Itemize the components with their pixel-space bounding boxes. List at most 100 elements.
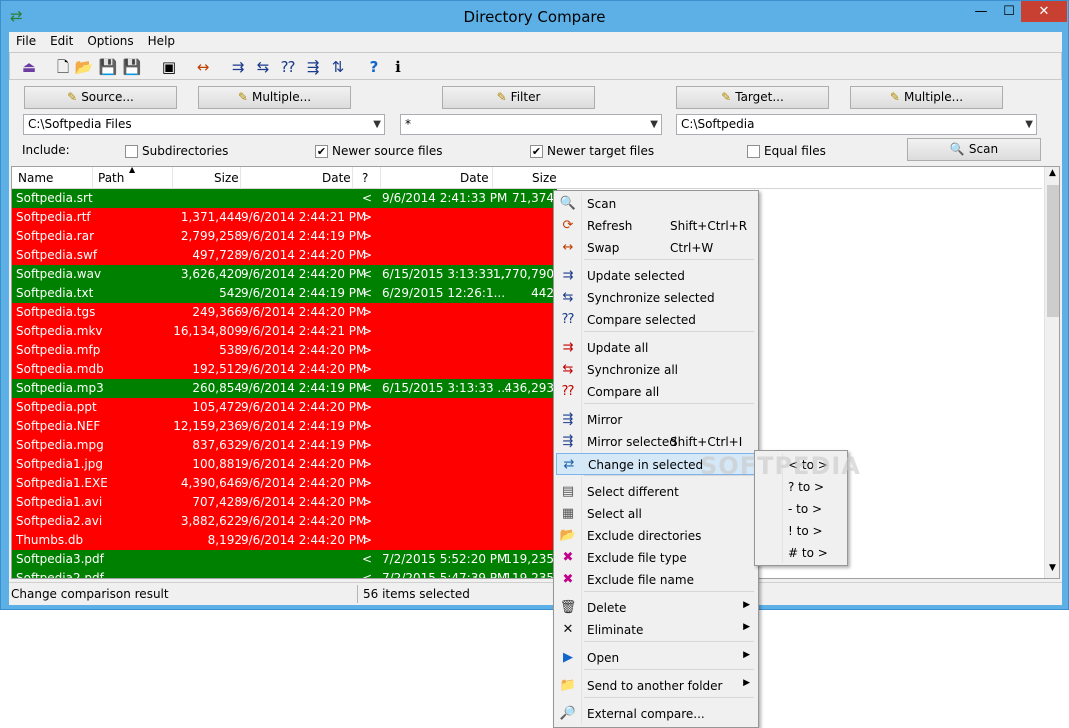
sync-icon[interactable]: ⇆ xyxy=(253,57,273,77)
help-icon[interactable]: ? xyxy=(364,57,384,77)
menu-item-mirror[interactable]: ⇶ Mirror xyxy=(556,409,756,431)
menu-item-synchronize-all[interactable]: ⇆ Synchronize all xyxy=(556,359,756,381)
table-row[interactable]: Softpedia.ppt 105,472 9/6/2014 2:44:20 PM > xyxy=(12,398,557,417)
equal-files-checkbox[interactable]: Equal files xyxy=(747,144,826,158)
table-row[interactable]: Softpedia.NEF 12,159,236 9/6/2014 2:44:19 … xyxy=(12,417,557,436)
source-button[interactable]: ✎ Source... xyxy=(24,86,177,109)
table-row[interactable]: Softpedia.wav 3,626,420 9/6/2014 2:44:20 P… xyxy=(12,265,557,284)
menu-item-send-to-another-folder[interactable]: 📁 Send to another folder ▶ xyxy=(556,675,756,697)
menu-item-update-all[interactable]: ⇉ Update all xyxy=(556,337,756,359)
menu-edit[interactable]: Edit xyxy=(43,32,80,52)
checkbox-box[interactable]: ✔ xyxy=(530,144,543,158)
menu-options[interactable]: Options xyxy=(80,32,140,52)
menu-file[interactable]: File xyxy=(9,32,43,52)
table-row[interactable]: Softpedia.mfp 538 9/6/2014 2:44:20 PM > xyxy=(12,341,557,360)
chevron-down-icon[interactable]: ▼ xyxy=(373,115,381,134)
scroll-down-icon[interactable]: ▼ xyxy=(1049,563,1056,573)
checkbox-box[interactable]: ✔ xyxy=(315,144,328,158)
menu-item-eliminate[interactable]: ✕ Eliminate ▶ xyxy=(556,619,756,641)
compare-icon[interactable]: ⁇ xyxy=(278,57,298,77)
menu-item-refresh[interactable]: ⟳ Refresh Shift+Ctrl+R xyxy=(556,215,756,237)
scroll-thumb[interactable] xyxy=(1047,185,1059,317)
new-icon[interactable]: 🗋 xyxy=(53,57,73,77)
newer-target-checkbox[interactable]: ✔ Newer target files xyxy=(530,144,654,158)
submenu-item[interactable]: ? to > xyxy=(788,480,824,494)
multiple-right-button[interactable]: ✎ Multiple... xyxy=(850,86,1003,109)
table-row[interactable]: Thumbs.db 8,192 9/6/2014 2:44:20 PM > xyxy=(12,531,557,550)
table-row[interactable]: Softpedia1.EXE 4,390,646 9/6/2014 2:44:20 … xyxy=(12,474,557,493)
menu-item-compare-selected[interactable]: ⁇ Compare selected xyxy=(556,309,756,331)
submenu-item[interactable]: # to > xyxy=(788,546,828,560)
menu-item-external-compare[interactable]: 🔎 External compare... xyxy=(556,703,756,725)
properties-icon[interactable]: ▣ xyxy=(159,57,179,77)
table-row[interactable]: Softpedia2.avi 3,882,622 9/6/2014 2:44:20 … xyxy=(12,512,557,531)
menu-item-exclude-directories[interactable]: 📂 Exclude directories xyxy=(556,525,756,547)
table-row[interactable]: Softpedia.tgs 249,366 9/6/2014 2:44:20 PM > xyxy=(12,303,557,322)
menu-item-scan[interactable]: 🔍 Scan xyxy=(556,193,756,215)
menu-item-open[interactable]: ▶ Open ▶ xyxy=(556,647,756,669)
col-target-size[interactable]: Size xyxy=(532,171,557,185)
table-row[interactable]: Softpedia1.avi 707,428 9/6/2014 2:44:20 PM… xyxy=(12,493,557,512)
menu-item-compare-all[interactable]: ⁇ Compare all xyxy=(556,381,756,403)
compare-tool-icon[interactable]: ⏏ xyxy=(19,57,39,77)
table-row[interactable]: Softpedia3.pdf <7/2/2015 5:52:20 PM 119,23… xyxy=(12,550,557,569)
col-op[interactable]: ? xyxy=(362,171,368,185)
target-button[interactable]: ✎ Target... xyxy=(676,86,829,109)
table-row[interactable]: Softpedia.mp3 260,854 9/6/2014 2:44:19 PM <… xyxy=(12,379,557,398)
update-icon[interactable]: ⇉ xyxy=(228,57,248,77)
menu-item-exclude-file-name[interactable]: ✖ Exclude file name xyxy=(556,569,756,591)
scan-button[interactable]: 🔍 Scan xyxy=(907,138,1041,161)
menu-item-select-different[interactable]: ▤ Select different xyxy=(556,481,756,503)
menu-item-synchronize-selected[interactable]: ⇆ Synchronize selected xyxy=(556,287,756,309)
menu-item-swap[interactable]: ↔ Swap Ctrl+W xyxy=(556,237,756,259)
checkbox-box[interactable] xyxy=(125,144,138,158)
mirror-icon[interactable]: ⇶ xyxy=(303,57,323,77)
table-row[interactable]: Softpedia2.pdf <7/2/2015 5:47:39 PM 119,23… xyxy=(12,569,557,578)
submenu-item[interactable]: - to > xyxy=(788,502,822,516)
menu-item-delete[interactable]: 🗑 Delete ▶ xyxy=(556,597,756,619)
select-icon[interactable]: ⇅ xyxy=(328,57,348,77)
menu-item-select-all[interactable]: ▦ Select all xyxy=(556,503,756,525)
vertical-scrollbar[interactable]: ▲ ▼ xyxy=(1044,167,1059,578)
chevron-down-icon[interactable]: ▼ xyxy=(1025,115,1033,134)
table-row[interactable]: Softpedia.mpg 837,632 9/6/2014 2:44:19 PM > xyxy=(12,436,557,455)
filter-button[interactable]: ✎ Filter xyxy=(442,86,595,109)
menu-item-exclude-file-type[interactable]: ✖ Exclude file type xyxy=(556,547,756,569)
table-row[interactable]: Softpedia.rar 2,799,258 9/6/2014 2:44:19 P… xyxy=(12,227,557,246)
col-name[interactable]: Name xyxy=(18,171,53,185)
open-folder-icon[interactable]: 📂 xyxy=(74,57,94,77)
save-all-icon[interactable]: 💾 xyxy=(122,57,142,77)
table-row[interactable]: Softpedia.srt <9/6/2014 2:41:33 PM 71,374 xyxy=(12,189,557,208)
scroll-up-icon[interactable]: ▲ xyxy=(1049,168,1056,178)
swap-icon[interactable]: ↔ xyxy=(193,57,213,77)
source-combo[interactable]: C:\Softpedia Files ▼ xyxy=(23,114,385,135)
save-icon[interactable]: 💾 xyxy=(98,57,118,77)
submenu-item[interactable]: ! to > xyxy=(788,524,823,538)
menu-help[interactable]: Help xyxy=(141,32,182,52)
file-list[interactable]: Name Path ▲ Size Date ? Date Size Softpe… xyxy=(11,166,1060,579)
about-icon[interactable]: ℹ xyxy=(388,57,408,77)
chevron-down-icon[interactable]: ▼ xyxy=(650,115,658,134)
table-row[interactable]: Softpedia.swf 497,728 9/6/2014 2:44:20 PM > xyxy=(12,246,557,265)
title-bar[interactable]: ⇄ Directory Compare — ☐ ✕ xyxy=(1,1,1068,32)
col-date[interactable]: Date xyxy=(322,171,351,185)
table-row[interactable]: Softpedia.txt 542 9/6/2014 2:44:19 PM < 6/2… xyxy=(12,284,557,303)
maximize-button[interactable]: ☐ xyxy=(995,1,1023,22)
filter-combo[interactable]: * ▼ xyxy=(400,114,662,135)
subdirectories-checkbox[interactable]: Subdirectories xyxy=(125,144,228,158)
table-row[interactable]: Softpedia.mkv 16,134,809 9/6/2014 2:44:21 … xyxy=(12,322,557,341)
col-target-date[interactable]: Date xyxy=(460,171,489,185)
col-path[interactable]: Path xyxy=(98,171,124,185)
table-row[interactable]: Softpedia.rtf 1,371,444 9/6/2014 2:44:21 P… xyxy=(12,208,557,227)
minimize-button[interactable]: — xyxy=(967,1,995,22)
table-row[interactable]: Softpedia.mdb 192,512 9/6/2014 2:44:20 PM > xyxy=(12,360,557,379)
target-combo[interactable]: C:\Softpedia ▼ xyxy=(676,114,1037,135)
menu-item-mirror-selected[interactable]: ⇶ Mirror selected Shift+Ctrl+I xyxy=(556,431,756,453)
checkbox-box[interactable] xyxy=(747,144,760,158)
newer-source-checkbox[interactable]: ✔ Newer source files xyxy=(315,144,443,158)
table-row[interactable]: Softpedia1.jpg 100,881 9/6/2014 2:44:20 PM… xyxy=(12,455,557,474)
menu-item-update-selected[interactable]: ⇉ Update selected xyxy=(556,265,756,287)
close-button[interactable]: ✕ xyxy=(1021,1,1067,22)
col-size[interactable]: Size xyxy=(214,171,239,185)
multiple-left-button[interactable]: ✎ Multiple... xyxy=(198,86,351,109)
